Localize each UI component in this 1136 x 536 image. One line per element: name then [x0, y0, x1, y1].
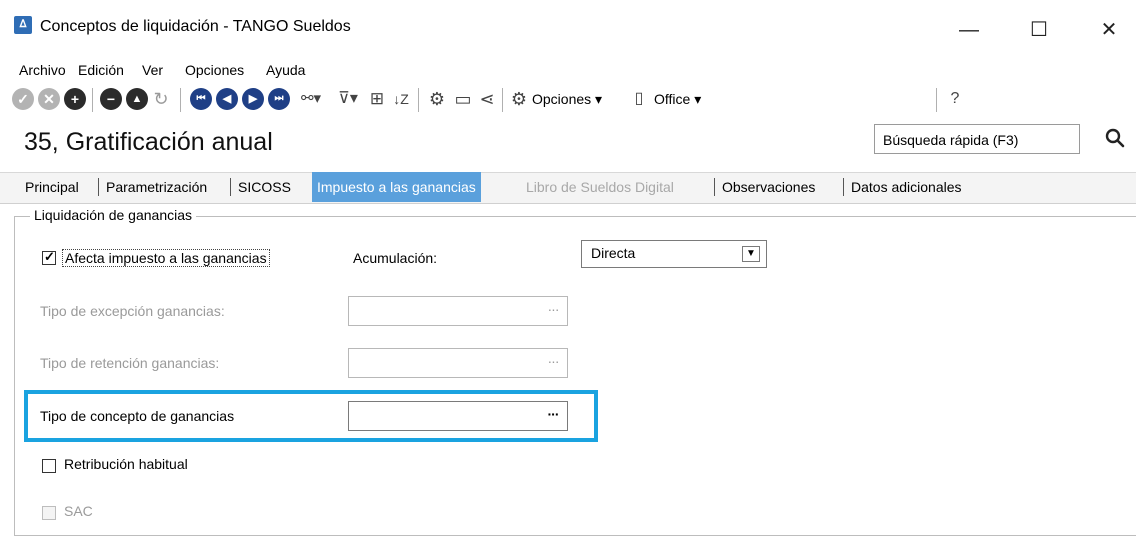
- afecta-impuesto-label[interactable]: Afecta impuesto a las ganancias: [62, 249, 270, 267]
- tab-observaciones[interactable]: Observaciones: [717, 172, 820, 202]
- share-icon[interactable]: ⋖: [476, 88, 498, 110]
- options-gear-icon: ⚙: [510, 89, 528, 109]
- confirm-icon[interactable]: ✓: [12, 88, 34, 110]
- close-button[interactable]: ✕: [1086, 10, 1132, 50]
- grid-icon[interactable]: ⊞: [366, 88, 388, 110]
- tango-icon: ᐃ: [14, 16, 32, 34]
- tipo-excepcion-field: [348, 296, 568, 326]
- toolbar-separator: [180, 88, 181, 112]
- cancel-icon[interactable]: ✕: [38, 88, 60, 110]
- office-icon: ▯: [634, 90, 644, 107]
- toolbar-separator: [936, 88, 937, 112]
- binoculars-icon[interactable]: ⚯▾: [294, 88, 328, 110]
- sac-label: SAC: [64, 503, 93, 519]
- tab-separator: [714, 178, 715, 196]
- tipo-retencion-lookup-button: ···: [547, 353, 560, 369]
- tipo-retencion-label: Tipo de retención ganancias:: [40, 355, 220, 371]
- sac-checkbox: [42, 506, 56, 520]
- menu-bar: [0, 58, 1136, 82]
- add-icon[interactable]: +: [64, 88, 86, 110]
- filter-icon[interactable]: ⊽▾: [332, 88, 364, 110]
- tab-sicoss[interactable]: SICOSS: [233, 172, 296, 202]
- tipo-concepto-label: Tipo de concepto de ganancias: [40, 408, 235, 424]
- tab-separator: [843, 178, 844, 196]
- toolbar-separator: [92, 88, 93, 112]
- toolbar-separator: [502, 88, 503, 112]
- acumulacion-label: Acumulación:: [353, 250, 438, 266]
- search-input[interactable]: Búsqueda rápida (F3): [874, 124, 1080, 154]
- afecta-impuesto-checkbox[interactable]: [42, 249, 56, 265]
- tab-separator: [98, 178, 99, 196]
- tab-libro-sueldos-digital: Libro de Sueldos Digital: [526, 179, 674, 195]
- toolbar-separator: [418, 88, 419, 112]
- menu-opciones[interactable]: Opciones: [185, 62, 244, 78]
- window-title: Conceptos de liquidación - TANGO Sueldos: [40, 18, 351, 35]
- tab-separator: [230, 178, 231, 196]
- menu-ayuda[interactable]: Ayuda: [266, 62, 305, 78]
- acumulacion-value: Directa: [591, 245, 636, 261]
- tab-principal[interactable]: Principal: [20, 172, 84, 202]
- menu-ver[interactable]: Ver: [142, 62, 163, 78]
- monitor-icon[interactable]: ▭: [452, 88, 474, 110]
- retribucion-habitual-checkbox[interactable]: [42, 459, 56, 473]
- office-label: Office: [654, 91, 691, 107]
- opciones-label: Opciones: [532, 91, 592, 107]
- menu-edicion[interactable]: Edición: [78, 62, 124, 78]
- record-title: 35, Gratificación anual: [24, 128, 273, 156]
- chevron-down-icon[interactable]: ▼: [742, 246, 760, 262]
- delete-icon[interactable]: −: [100, 88, 122, 110]
- minimize-button[interactable]: —: [946, 10, 992, 50]
- tab-parametrizacion[interactable]: Parametrización: [101, 172, 212, 202]
- last-record-icon[interactable]: ⏭: [268, 88, 290, 110]
- refresh-icon[interactable]: ↻: [150, 88, 172, 110]
- opciones-dropdown[interactable]: Opciones ▾: [532, 91, 602, 108]
- edit-icon[interactable]: ▲: [126, 88, 148, 110]
- help-icon[interactable]: ?: [944, 88, 966, 110]
- next-record-icon[interactable]: ▶: [242, 88, 264, 110]
- tipo-concepto-field[interactable]: [348, 401, 568, 431]
- tab-impuesto-ganancias[interactable]: Impuesto a las ganancias: [312, 172, 481, 202]
- tab-datos-adicionales[interactable]: Datos adicionales: [846, 172, 967, 202]
- office-dropdown[interactable]: Office ▾: [654, 91, 701, 108]
- sort-icon[interactable]: ↓Z: [390, 88, 412, 110]
- tipo-excepcion-label: Tipo de excepción ganancias:: [40, 303, 225, 319]
- menu-archivo[interactable]: Archivo: [19, 62, 66, 78]
- first-record-icon[interactable]: ⏮: [190, 88, 212, 110]
- group-title: Liquidación de ganancias: [30, 207, 197, 223]
- tipo-concepto-lookup-button[interactable]: ···: [540, 402, 566, 430]
- tipo-retencion-field: [348, 348, 568, 378]
- settings-icon[interactable]: ⚙: [426, 88, 448, 110]
- retribucion-habitual-label: Retribución habitual: [64, 456, 188, 472]
- search-icon[interactable]: [1100, 124, 1130, 154]
- tipo-excepcion-lookup-button: ···: [547, 301, 560, 317]
- previous-record-icon[interactable]: ◀: [216, 88, 238, 110]
- maximize-button[interactable]: ☐: [1016, 10, 1062, 50]
